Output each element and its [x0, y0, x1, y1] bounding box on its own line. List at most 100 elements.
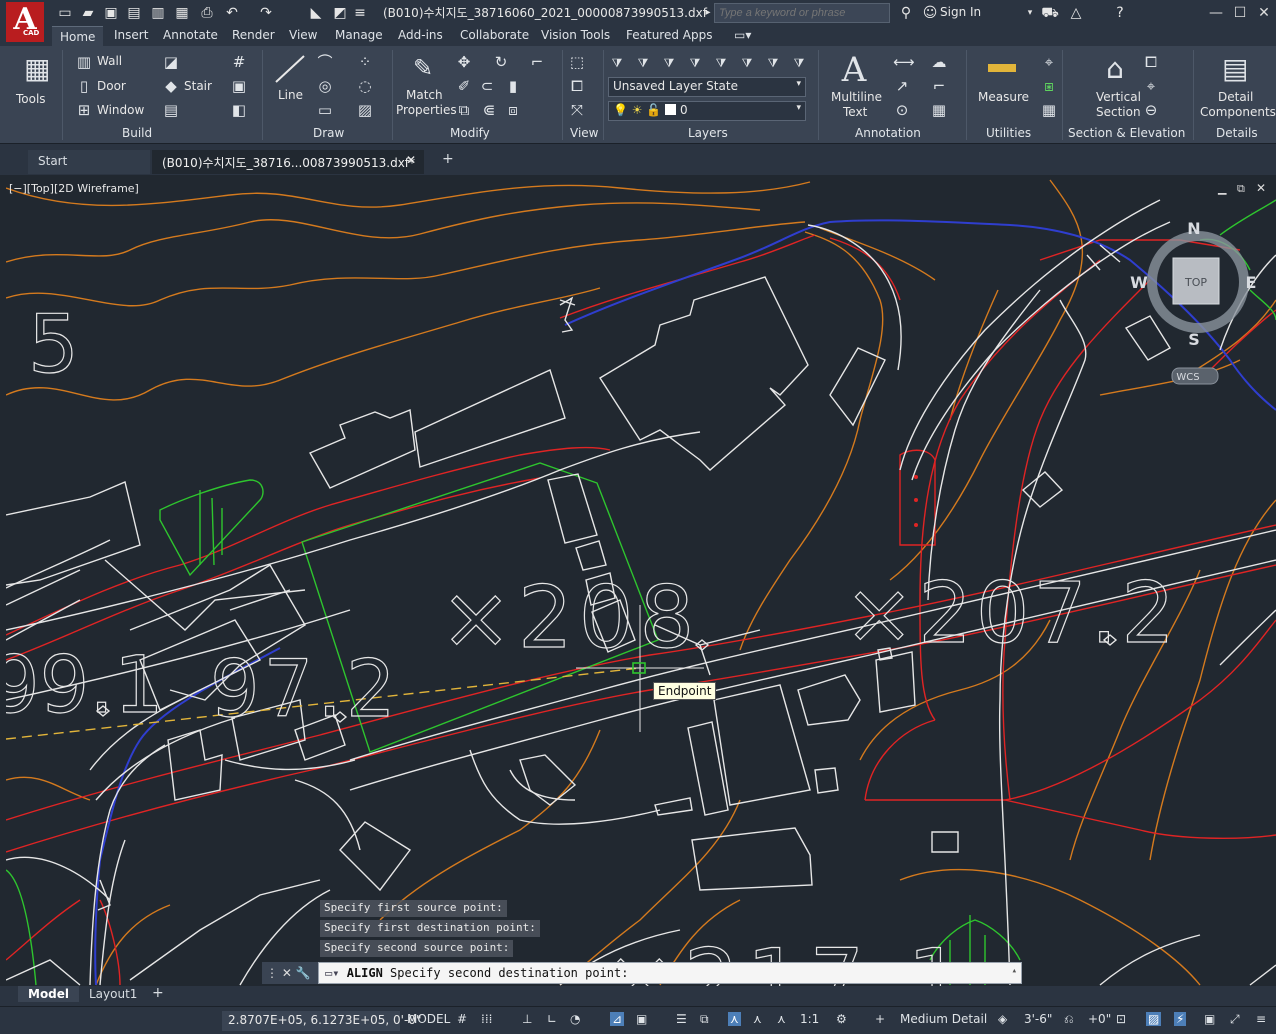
display-configuration-dropdown[interactable]: Medium Detail — [900, 1012, 987, 1026]
elevation-icon[interactable]: ◈ — [998, 1012, 1007, 1026]
customize-qat-icon[interactable]: ≡ — [350, 3, 370, 23]
hardware-acceleration-icon[interactable]: ▨ — [1146, 1012, 1162, 1026]
select-similar-icon[interactable]: ⧆ — [1040, 77, 1058, 95]
ortho-icon[interactable]: ∟ — [547, 1012, 557, 1026]
table-icon[interactable]: ▦ — [930, 101, 948, 119]
sign-in-button[interactable]: Sign In — [940, 5, 981, 19]
cut-plane-value[interactable]: 3'-6" — [1024, 1012, 1052, 1026]
save-icon[interactable]: ▣ — [101, 3, 121, 23]
detail-components-button[interactable]: ▤ Detail Components — [1196, 50, 1276, 120]
layer-match-icon[interactable]: ⧩ — [738, 54, 756, 72]
tab-featured-apps[interactable]: Featured Apps — [626, 28, 712, 42]
tab-manage[interactable]: Manage — [335, 28, 383, 42]
utilities-panel-label[interactable]: Utilities — [986, 126, 1031, 140]
close-icon[interactable]: ✕ — [1253, 2, 1275, 24]
callout-icon[interactable]: ⊖ — [1142, 101, 1160, 119]
arc-icon[interactable]: ⌒ — [316, 53, 334, 71]
layer-change-icon[interactable]: ⧩ — [764, 54, 782, 72]
command-expand-icon[interactable]: ▴ — [1012, 966, 1017, 976]
document-tab[interactable]: (B010)수치지도_38716...00873990513.dxf* ✕ — [152, 150, 424, 174]
command-line-input[interactable]: ▭▾ ALIGN Specify second destination poin… — [318, 962, 1022, 984]
calculator-icon[interactable]: ▦ — [1040, 101, 1058, 119]
sign-in-dropdown-icon[interactable]: ▾ — [1020, 3, 1040, 23]
layer-lock-icon[interactable]: ⧩ — [712, 54, 730, 72]
line-button[interactable]: Line — [272, 52, 308, 116]
rotate-icon[interactable]: ↻ — [492, 53, 510, 71]
polar-tracking-icon[interactable]: ◔ — [570, 1012, 580, 1026]
offset-icon[interactable]: ⊂ — [478, 77, 496, 95]
open-folder-icon[interactable]: ▰ — [78, 3, 98, 23]
viewport-restore-icon[interactable]: ⧉ — [1237, 182, 1245, 196]
layer-dropdown[interactable]: 💡 ☀ 🔓 0 ▾ — [608, 101, 806, 121]
binoculars-icon[interactable]: ⚲ — [896, 3, 916, 23]
layer-off-icon[interactable]: ⧩ — [634, 54, 652, 72]
grid-icon[interactable]: # — [457, 1012, 467, 1026]
layer-freeze-icon[interactable]: ⧩ — [686, 54, 704, 72]
layer-state-dropdown[interactable]: Unsaved Layer State ▾ — [608, 77, 806, 97]
redo-icon[interactable]: ↷ — [256, 3, 276, 23]
layout1-tab[interactable]: Layout1 — [89, 987, 137, 1001]
search-input[interactable] — [714, 3, 890, 23]
elevation-icon[interactable]: ⧠ — [1142, 53, 1160, 71]
annotation-visibility-icon[interactable]: ⋏ — [728, 1012, 741, 1026]
measure-button[interactable]: Measure — [974, 52, 1030, 118]
hatch-icon[interactable]: ▨ — [356, 101, 374, 119]
start-tab[interactable]: Start — [28, 150, 150, 174]
help-icon[interactable]: ? — [1110, 3, 1130, 23]
tab-add-ins[interactable]: Add-ins — [398, 28, 443, 42]
leader-icon[interactable]: ↗ — [893, 77, 911, 95]
wall-button[interactable]: Wall — [97, 54, 122, 68]
door-button[interactable]: Door — [97, 79, 126, 93]
slab-icon[interactable]: ◧ — [230, 101, 248, 119]
tab-insert[interactable]: Insert — [114, 28, 148, 42]
modify-panel-label[interactable]: Modify — [450, 126, 490, 140]
close-tab-icon[interactable]: ✕ — [406, 153, 416, 167]
annotation-scale-value[interactable]: 1:1 — [800, 1012, 819, 1026]
infer-constraints-icon[interactable]: ⊥ — [522, 1012, 532, 1026]
autodesk-store-icon[interactable]: ⛟ — [1040, 3, 1060, 23]
save-web-icon[interactable]: ▦ — [172, 3, 192, 23]
workspace-gear-icon[interactable]: ⚙ — [836, 1012, 847, 1026]
ribbon-minimize-icon[interactable]: ▭▾ — [734, 28, 751, 42]
quick-select-icon[interactable]: ⌖ — [1040, 53, 1058, 71]
viewports-icon[interactable]: ⤧ — [568, 101, 586, 119]
curtain-wall-icon[interactable]: ▤ — [162, 101, 180, 119]
minimize-icon[interactable]: — — [1205, 2, 1227, 24]
layers-panel-label[interactable]: Layers — [688, 126, 728, 140]
model-space-toggle[interactable]: MODEL — [407, 1012, 450, 1026]
ellipse-icon[interactable]: ◌ — [356, 77, 374, 95]
annotation-scale-icon[interactable]: ⋏ — [777, 1012, 786, 1026]
elevation-label-icon[interactable]: ⌐ — [930, 77, 948, 95]
elevation-offset-value[interactable]: +0" — [1088, 1012, 1111, 1026]
tab-render[interactable]: Render — [232, 28, 275, 42]
layer-properties-icon[interactable]: ⧩ — [608, 54, 626, 72]
scale-icon[interactable]: ⧈ — [504, 101, 522, 119]
build-panel-label[interactable]: Build — [122, 126, 152, 140]
share-icon[interactable]: ◣ — [306, 3, 326, 23]
move-icon[interactable]: ✥ — [455, 53, 473, 71]
viewport-minimize-icon[interactable]: ▁ — [1218, 182, 1226, 195]
layer-isolate-icon[interactable]: ⧩ — [660, 54, 678, 72]
object-snap-tracking-icon[interactable]: ▣ — [636, 1012, 647, 1026]
named-views-icon[interactable]: ⧠ — [568, 77, 586, 95]
user-icon[interactable]: ☺ — [920, 3, 940, 23]
close-command-line-icon[interactable]: ✕ — [282, 966, 292, 980]
customization-menu-icon[interactable]: ≡ — [1256, 1012, 1266, 1026]
graphics-performance-icon[interactable]: ⚡ — [1174, 1012, 1187, 1026]
view-panel-label[interactable]: View — [570, 126, 598, 140]
column-icon[interactable]: ▣ — [230, 77, 248, 95]
add-layout-plus-icon[interactable]: + — [152, 985, 164, 1001]
surface-hatch-icon[interactable]: ⎌ — [1064, 1012, 1074, 1027]
new-tab-plus-icon[interactable]: + — [432, 147, 464, 171]
isodraft-icon[interactable]: ⊿ — [610, 1012, 625, 1026]
isolate-objects-icon[interactable]: ⊡ — [1116, 1012, 1126, 1026]
annotation-monitor-icon[interactable]: + — [875, 1012, 885, 1026]
details-panel-label[interactable]: Details — [1216, 126, 1258, 140]
dimension-icon[interactable]: ⟷ — [893, 53, 915, 71]
edit-pencil-icon[interactable]: ✐ — [455, 77, 473, 95]
tab-home[interactable]: Home — [52, 26, 104, 46]
array-icon[interactable]: ⧉ — [455, 101, 473, 119]
clean-screen-icon[interactable]: ▣ — [1204, 1012, 1215, 1026]
view-cube-icon[interactable]: ⬚ — [568, 53, 586, 71]
layer-walk-icon[interactable]: ⧩ — [790, 54, 808, 72]
